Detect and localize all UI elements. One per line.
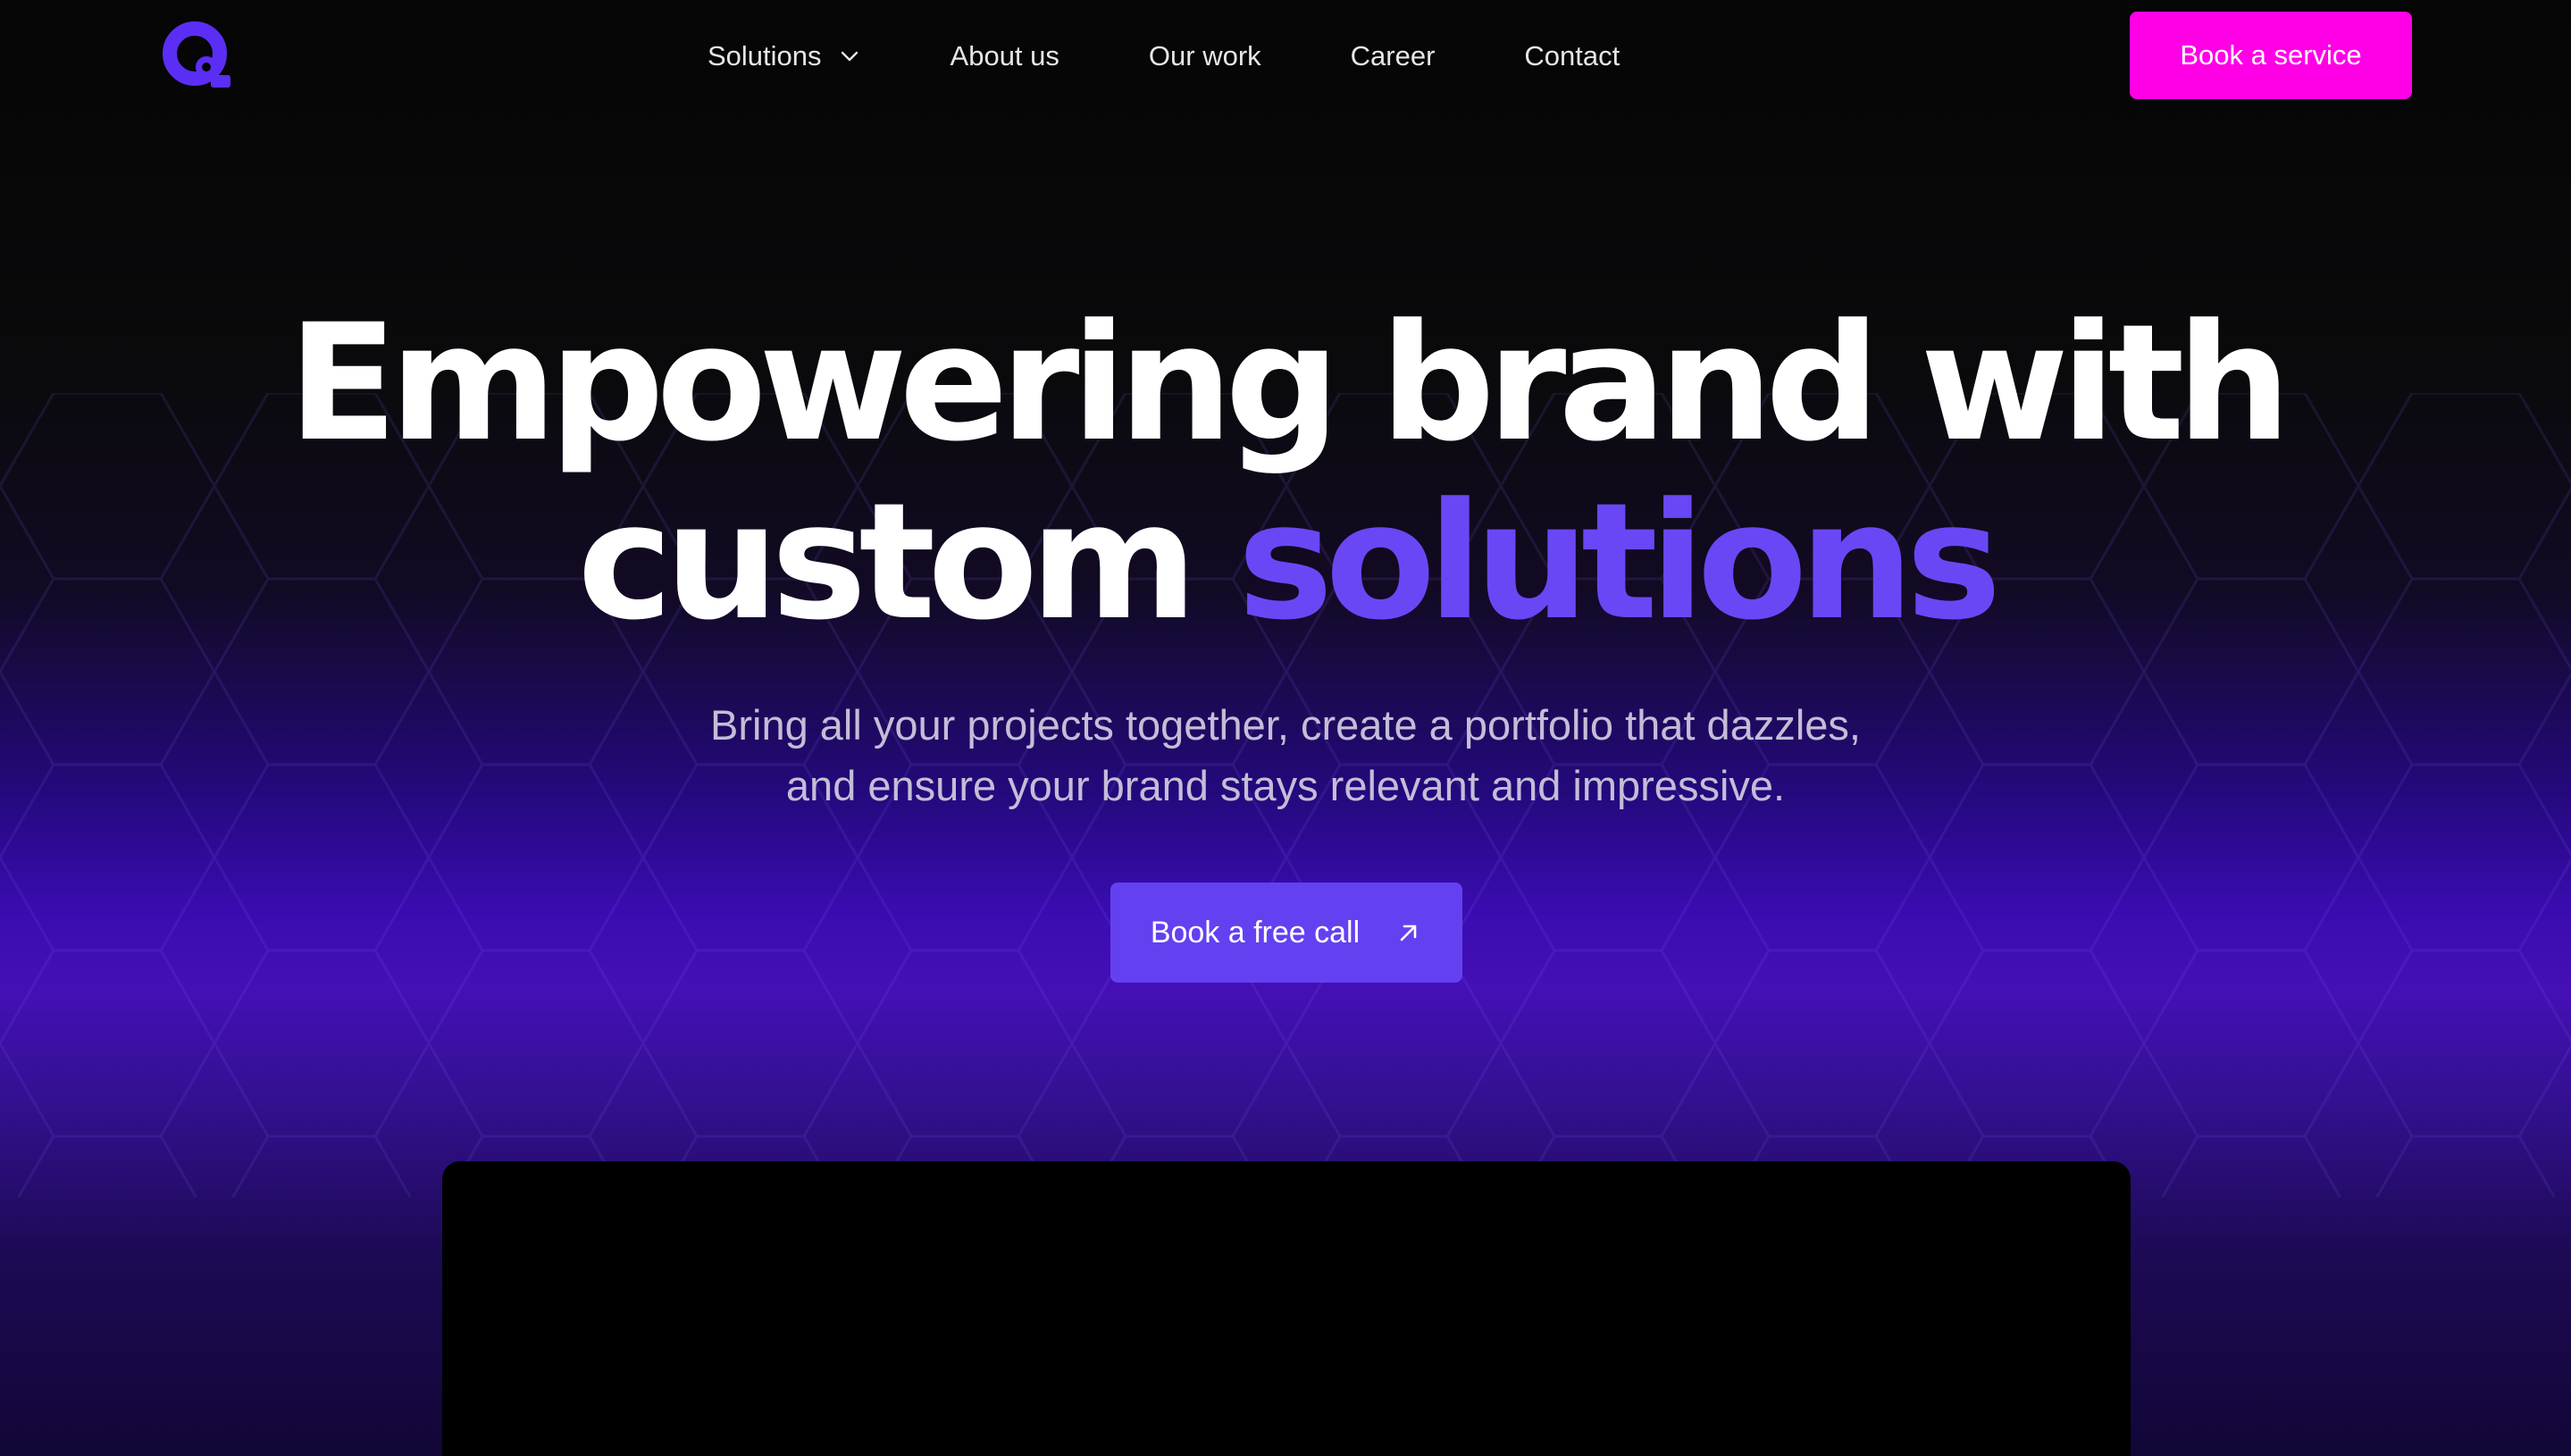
top-navigation: Solutions About us Our work Career Conta… <box>0 0 2571 114</box>
book-service-button[interactable]: Book a service <box>2130 12 2412 99</box>
headline-line-2-plain: custom <box>577 469 1197 656</box>
nav-item-about-us[interactable]: About us <box>951 40 1059 72</box>
nav-item-label: Our work <box>1148 40 1261 71</box>
arrow-up-right-icon <box>1400 925 1417 941</box>
nav-item-label: Solutions <box>708 40 822 71</box>
subtitle-line-1: Bring all your projects together, create… <box>710 701 1861 749</box>
main-menu: Solutions About us Our work Career Conta… <box>708 34 1620 79</box>
nav-item-label: Career <box>1350 40 1436 71</box>
nav-item-contact[interactable]: Contact <box>1524 40 1620 72</box>
cta-label: Book a free call <box>1150 915 1361 950</box>
subtitle-line-2: and ensure your brand stays relevant and… <box>785 762 1786 809</box>
nav-item-label: About us <box>950 40 1059 71</box>
chevron-down-icon <box>841 51 858 62</box>
book-free-call-button[interactable]: Book a free call <box>1110 883 1462 983</box>
hero-media-panel <box>442 1161 2131 1456</box>
headline-line-2-accent: solutions <box>1237 469 2001 656</box>
hero-subtitle: Bring all your projects together, create… <box>0 695 2571 816</box>
nav-item-label: Contact <box>1524 40 1620 71</box>
hero-headline: Empowering brand with custom solutions <box>0 295 2571 652</box>
nav-item-our-work[interactable]: Our work <box>1149 40 1261 72</box>
headline-line-1: Empowering brand with <box>288 290 2290 477</box>
nav-item-solutions[interactable]: Solutions <box>708 40 861 72</box>
nav-item-career[interactable]: Career <box>1351 40 1436 72</box>
book-service-label: Book a service <box>2180 39 2362 71</box>
q-logo-icon[interactable] <box>161 20 234 93</box>
